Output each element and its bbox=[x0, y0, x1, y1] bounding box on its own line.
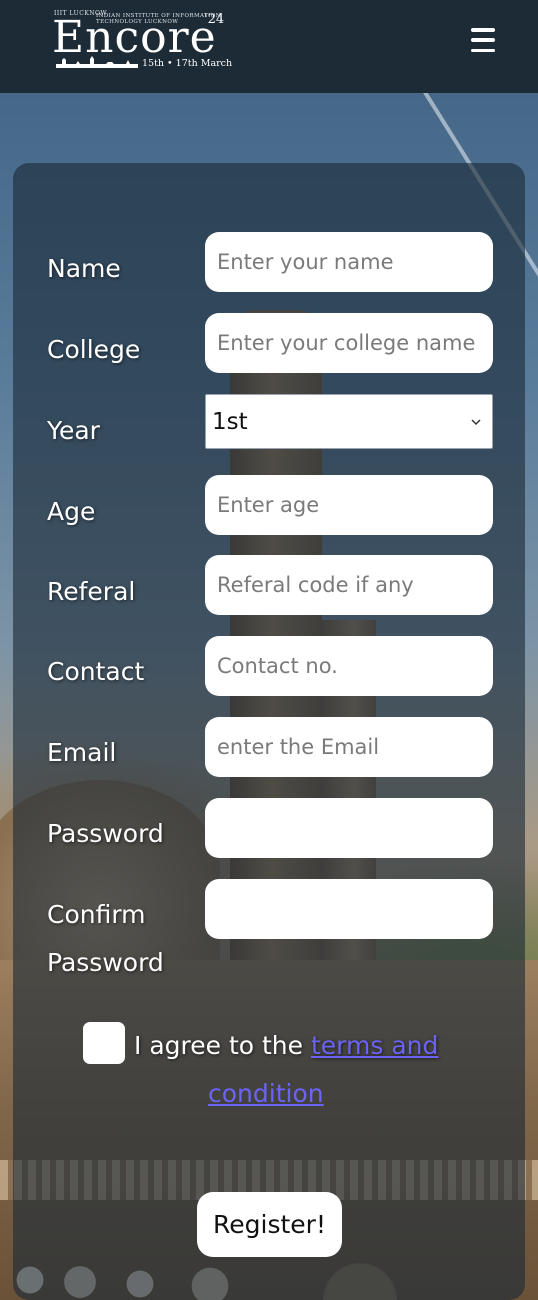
agree-label: I agree to the bbox=[134, 1031, 311, 1060]
hamburger-icon-bar bbox=[471, 48, 495, 52]
contact-label: Contact bbox=[47, 657, 145, 686]
hamburger-menu-button[interactable] bbox=[466, 24, 500, 56]
terms-link-line2-wrap: condition bbox=[208, 1070, 324, 1118]
agree-text: I agree to the terms and bbox=[134, 1022, 474, 1070]
referal-label: Referal bbox=[47, 577, 136, 606]
skyline-icon bbox=[56, 56, 138, 68]
password-label: Password bbox=[47, 819, 164, 848]
hamburger-icon-bar bbox=[471, 38, 495, 42]
year-select-value: 1st bbox=[212, 408, 248, 435]
contact-input[interactable] bbox=[205, 636, 493, 696]
email-input[interactable] bbox=[205, 717, 493, 777]
year-select[interactable]: 1st bbox=[205, 394, 493, 449]
logo-year: '24 bbox=[204, 12, 225, 27]
logo-dates: 15th • 17th March bbox=[142, 58, 233, 69]
age-label: Age bbox=[47, 497, 96, 526]
confirm-password-label-line2: Password bbox=[47, 948, 164, 977]
name-label: Name bbox=[47, 254, 121, 283]
year-label: Year bbox=[47, 416, 100, 445]
hamburger-icon-bar bbox=[471, 28, 495, 32]
email-label: Email bbox=[47, 738, 117, 767]
referal-code-input[interactable] bbox=[205, 555, 493, 615]
encore-logo[interactable]: IIIT LUCKNOW INDIAN INSTITUTE OF INFORMA… bbox=[52, 6, 252, 72]
terms-link-line2[interactable]: condition bbox=[208, 1079, 324, 1108]
college-label: College bbox=[47, 335, 141, 364]
chevron-down-icon bbox=[471, 418, 481, 425]
confirm-password-label-line1: Confirm bbox=[47, 900, 146, 929]
confirm-password-input[interactable] bbox=[205, 879, 493, 939]
top-navbar: IIIT LUCKNOW INDIAN INSTITUTE OF INFORMA… bbox=[0, 0, 538, 93]
register-button[interactable]: Register! bbox=[197, 1192, 342, 1257]
name-input[interactable] bbox=[205, 232, 493, 292]
password-input[interactable] bbox=[205, 798, 493, 858]
terms-link[interactable]: terms and bbox=[311, 1031, 438, 1060]
college-input[interactable] bbox=[205, 313, 493, 373]
terms-checkbox[interactable] bbox=[83, 1022, 125, 1064]
age-input[interactable] bbox=[205, 475, 493, 535]
